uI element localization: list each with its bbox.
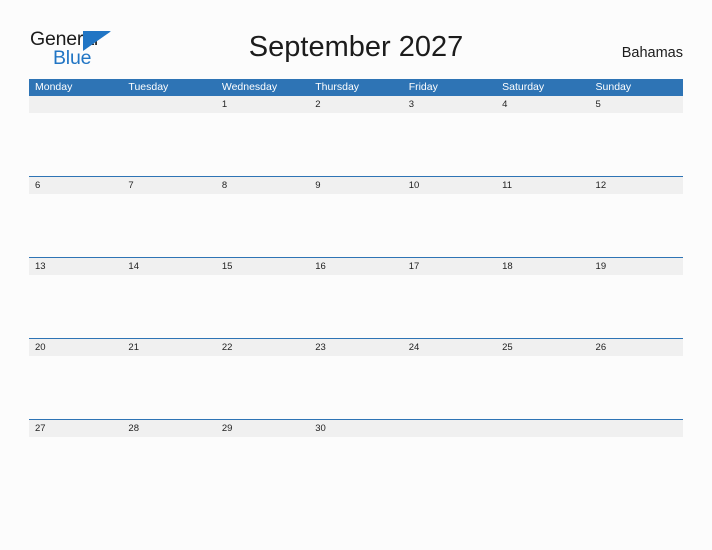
day-cell[interactable] (403, 420, 496, 437)
day-cell[interactable]: 7 (122, 177, 215, 194)
day-cell[interactable]: 14 (122, 258, 215, 275)
weekday-header-wednesday: Wednesday (221, 81, 278, 93)
day-cell[interactable]: 18 (496, 258, 589, 275)
day-cell[interactable]: 1 (216, 96, 309, 113)
week-notes-area[interactable] (29, 356, 683, 419)
day-cell[interactable]: 9 (309, 177, 402, 194)
week-row: 27 28 29 30 (29, 419, 683, 500)
day-cell[interactable]: 13 (29, 258, 122, 275)
day-cell[interactable]: 29 (216, 420, 309, 437)
weekday-header-friday: Friday (408, 81, 438, 93)
calendar-page: General Blue September 2027 Bahamas Mond… (0, 0, 712, 550)
day-cell[interactable] (590, 420, 683, 437)
week-row: 6 7 8 9 10 11 12 (29, 176, 683, 257)
week-date-band: 1 2 3 4 5 (29, 96, 683, 113)
day-cell[interactable]: 6 (29, 177, 122, 194)
day-cell[interactable]: 27 (29, 420, 122, 437)
day-cell[interactable] (496, 420, 589, 437)
day-cell[interactable]: 24 (403, 339, 496, 356)
day-cell[interactable]: 8 (216, 177, 309, 194)
weekday-header-thursday: Thursday (315, 81, 360, 93)
day-cell[interactable]: 21 (122, 339, 215, 356)
day-cell[interactable]: 12 (590, 177, 683, 194)
page-header: General Blue September 2027 Bahamas (0, 0, 712, 78)
day-cell[interactable]: 11 (496, 177, 589, 194)
week-date-band: 20 21 22 23 24 25 26 (29, 339, 683, 356)
country-label: Bahamas (621, 45, 683, 61)
day-cell[interactable]: 5 (590, 96, 683, 113)
page-title: September 2027 (248, 31, 464, 63)
day-cell[interactable]: 30 (309, 420, 402, 437)
week-date-band: 13 14 15 16 17 18 19 (29, 258, 683, 275)
day-cell[interactable]: 22 (216, 339, 309, 356)
week-notes-area[interactable] (29, 437, 683, 500)
calendar-grid: Monday Tuesday Wednesday Thursday Friday… (29, 79, 683, 500)
week-notes-area[interactable] (29, 113, 683, 176)
weekday-header-monday: Monday (35, 81, 73, 93)
day-cell[interactable]: 20 (29, 339, 122, 356)
day-cell[interactable]: 28 (122, 420, 215, 437)
week-date-band: 6 7 8 9 10 11 12 (29, 177, 683, 194)
day-cell[interactable]: 4 (496, 96, 589, 113)
week-notes-area[interactable] (29, 194, 683, 257)
week-row: 13 14 15 16 17 18 19 (29, 257, 683, 338)
day-cell[interactable]: 25 (496, 339, 589, 356)
weekday-header-sunday: Sunday (595, 81, 632, 93)
day-cell[interactable]: 2 (309, 96, 402, 113)
day-cell[interactable]: 17 (403, 258, 496, 275)
week-row: 1 2 3 4 5 (29, 95, 683, 176)
day-cell[interactable]: 19 (590, 258, 683, 275)
day-cell[interactable]: 10 (403, 177, 496, 194)
weekday-header-tuesday: Tuesday (128, 81, 169, 93)
weekday-header-saturday: Saturday (502, 81, 545, 93)
day-cell[interactable] (122, 96, 215, 113)
week-date-band: 27 28 29 30 (29, 420, 683, 437)
day-cell[interactable]: 3 (403, 96, 496, 113)
day-cell[interactable]: 26 (590, 339, 683, 356)
day-cell[interactable] (29, 96, 122, 113)
day-cell[interactable]: 16 (309, 258, 402, 275)
week-notes-area[interactable] (29, 275, 683, 338)
day-cell[interactable]: 15 (216, 258, 309, 275)
week-row: 20 21 22 23 24 25 26 (29, 338, 683, 419)
day-cell[interactable]: 23 (309, 339, 402, 356)
weekday-header-row: Monday Tuesday Wednesday Thursday Friday… (29, 79, 683, 95)
